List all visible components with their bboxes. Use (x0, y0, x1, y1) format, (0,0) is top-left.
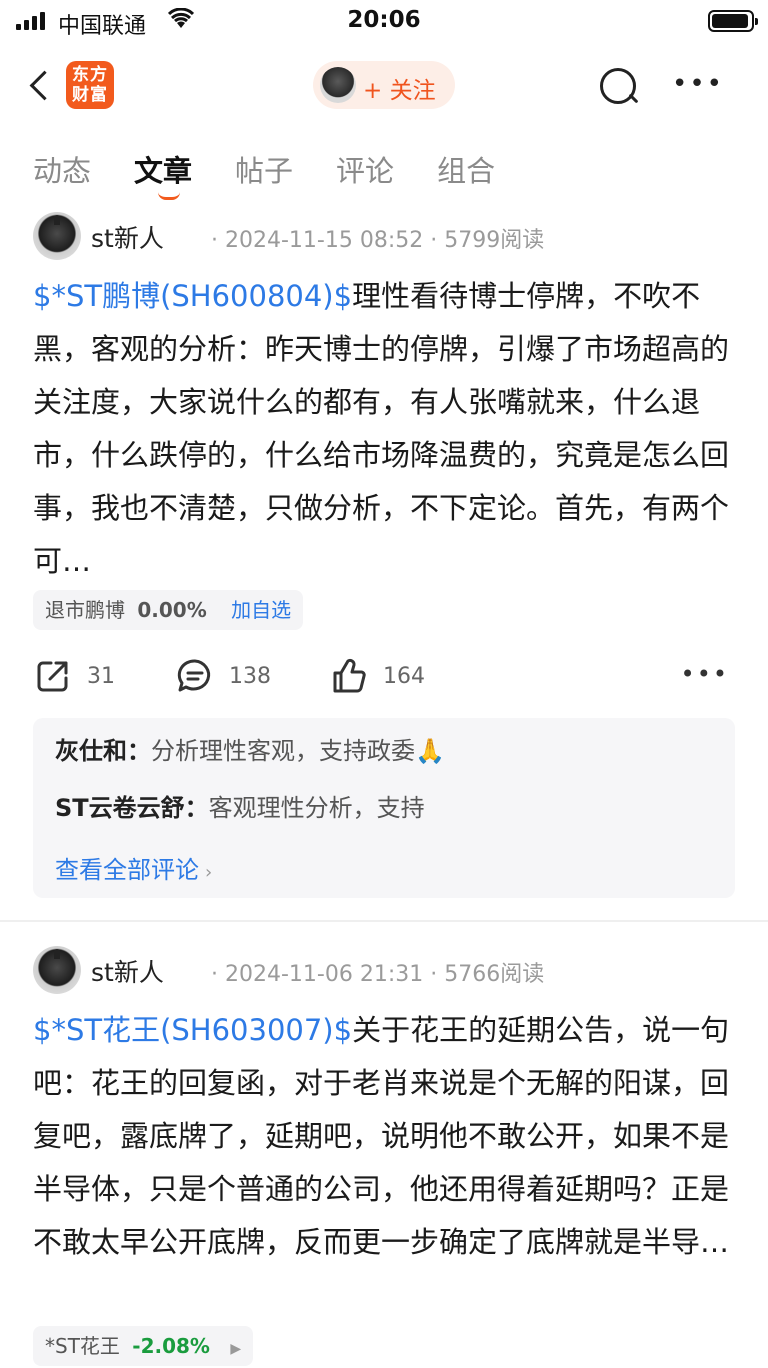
like-button[interactable]: 164 (329, 656, 425, 696)
tab-bar: 动态 文章 帖子 评论 组合 (33, 148, 495, 204)
post-meta: · 2024-11-06 21:31 · 5766阅读 (211, 962, 545, 987)
avatar[interactable] (33, 212, 81, 260)
view-all-comments-link[interactable]: 查看全部评论 › (55, 850, 713, 885)
comment-button[interactable]: 138 (175, 656, 271, 696)
stock-tag-name: 退市鹏博 (45, 598, 125, 622)
follow-label: + 关注 (363, 78, 436, 104)
stock-tag-name: *ST花王 (45, 1334, 120, 1358)
comment-user[interactable]: 灰仕和： (55, 737, 151, 765)
more-icon[interactable]: ••• (672, 71, 724, 97)
tab-dynamics[interactable]: 动态 (33, 148, 91, 204)
post-card[interactable]: st新人 · 2024-11-15 08:52 · 5799阅读 $*ST鹏博(… (0, 212, 768, 912)
stock-link[interactable]: $*ST鹏博(SH600804)$ (33, 279, 352, 313)
tab-articles[interactable]: 文章 (134, 148, 192, 204)
author-name[interactable]: st新人 (91, 953, 164, 989)
battery-icon (708, 10, 758, 32)
stock-link[interactable]: $*ST花王(SH603007)$ (33, 1013, 352, 1047)
stock-tag[interactable]: *ST花王 -2.08% ▶ (33, 1326, 254, 1366)
app-logo: 东方 财富 (66, 61, 114, 109)
avatar[interactable] (33, 946, 81, 994)
share-count: 31 (87, 663, 115, 689)
post-header: st新人 · 2024-11-06 21:31 · 5766阅读 (33, 946, 753, 996)
tab-comments[interactable]: 评论 (336, 148, 394, 204)
stock-tag[interactable]: 退市鹏博 0.00% 加自选 (33, 590, 304, 630)
stock-tag-change: 0.00% (137, 598, 207, 622)
play-arrow-icon: ▶ (230, 1341, 242, 1357)
like-count: 164 (383, 663, 425, 689)
author-name[interactable]: st新人 (91, 219, 164, 255)
comment-icon (177, 659, 211, 692)
chevron-right-icon: › (205, 862, 213, 883)
follow-button[interactable]: + 关注 (313, 61, 455, 109)
add-watchlist-button[interactable]: 加自选 (231, 598, 291, 622)
share-icon (37, 661, 68, 692)
comment-text: 客观理性分析，支持 (208, 794, 425, 822)
post-text: 关于花王的延期公告，说一句吧：花王的回复函，对于老肖来说是个无解的阳谋，回复吧，… (33, 1013, 730, 1259)
post-card[interactable]: st新人 · 2024-11-06 21:31 · 5766阅读 $*ST花王(… (0, 946, 768, 1368)
post-body[interactable]: $*ST花王(SH603007)$关于花王的延期公告，说一句吧：花王的回复函，对… (33, 1004, 735, 1322)
post-text: 理性看待博士停牌，不吹不黑，客观的分析：昨天博士的停牌，引爆了市场超高的关注度，… (33, 279, 730, 578)
comment-user[interactable]: ST云卷云舒： (55, 794, 209, 822)
avatar (320, 67, 356, 103)
comment-count: 138 (229, 663, 271, 689)
share-button[interactable]: 31 (33, 656, 115, 696)
stock-tag-change: -2.08% (132, 1334, 210, 1358)
search-icon[interactable] (598, 66, 642, 110)
comment-text: 分析理性客观，支持政委🙏 (151, 737, 445, 765)
clock: 20:06 (347, 7, 421, 33)
post-body[interactable]: $*ST鹏博(SH600804)$理性看待博士停牌，不吹不黑，客观的分析：昨天博… (33, 270, 735, 588)
comment-item: ST云卷云舒：客观理性分析，支持 (55, 793, 713, 823)
nav-bar: 东方 财富 + 关注 ••• (0, 52, 768, 120)
status-bar: 中国联通 20:06 (0, 0, 768, 44)
tab-posts[interactable]: 帖子 (235, 148, 293, 204)
comments-preview[interactable]: 灰仕和：分析理性客观，支持政委🙏 ST云卷云舒：客观理性分析，支持 查看全部评论… (33, 718, 735, 898)
post-meta: · 2024-11-15 08:52 · 5799阅读 (211, 228, 545, 253)
active-tab-indicator (158, 192, 181, 200)
divider (0, 920, 768, 922)
comment-item: 灰仕和：分析理性客观，支持政委🙏 (55, 736, 713, 766)
more-icon[interactable]: ••• (681, 660, 729, 688)
thumbs-up-icon (333, 658, 366, 693)
post-header: st新人 · 2024-11-15 08:52 · 5799阅读 (33, 212, 753, 262)
post-actions: 31 138 164 ••• (33, 656, 733, 700)
tab-portfolio[interactable]: 组合 (437, 148, 495, 204)
back-button[interactable] (22, 66, 58, 106)
